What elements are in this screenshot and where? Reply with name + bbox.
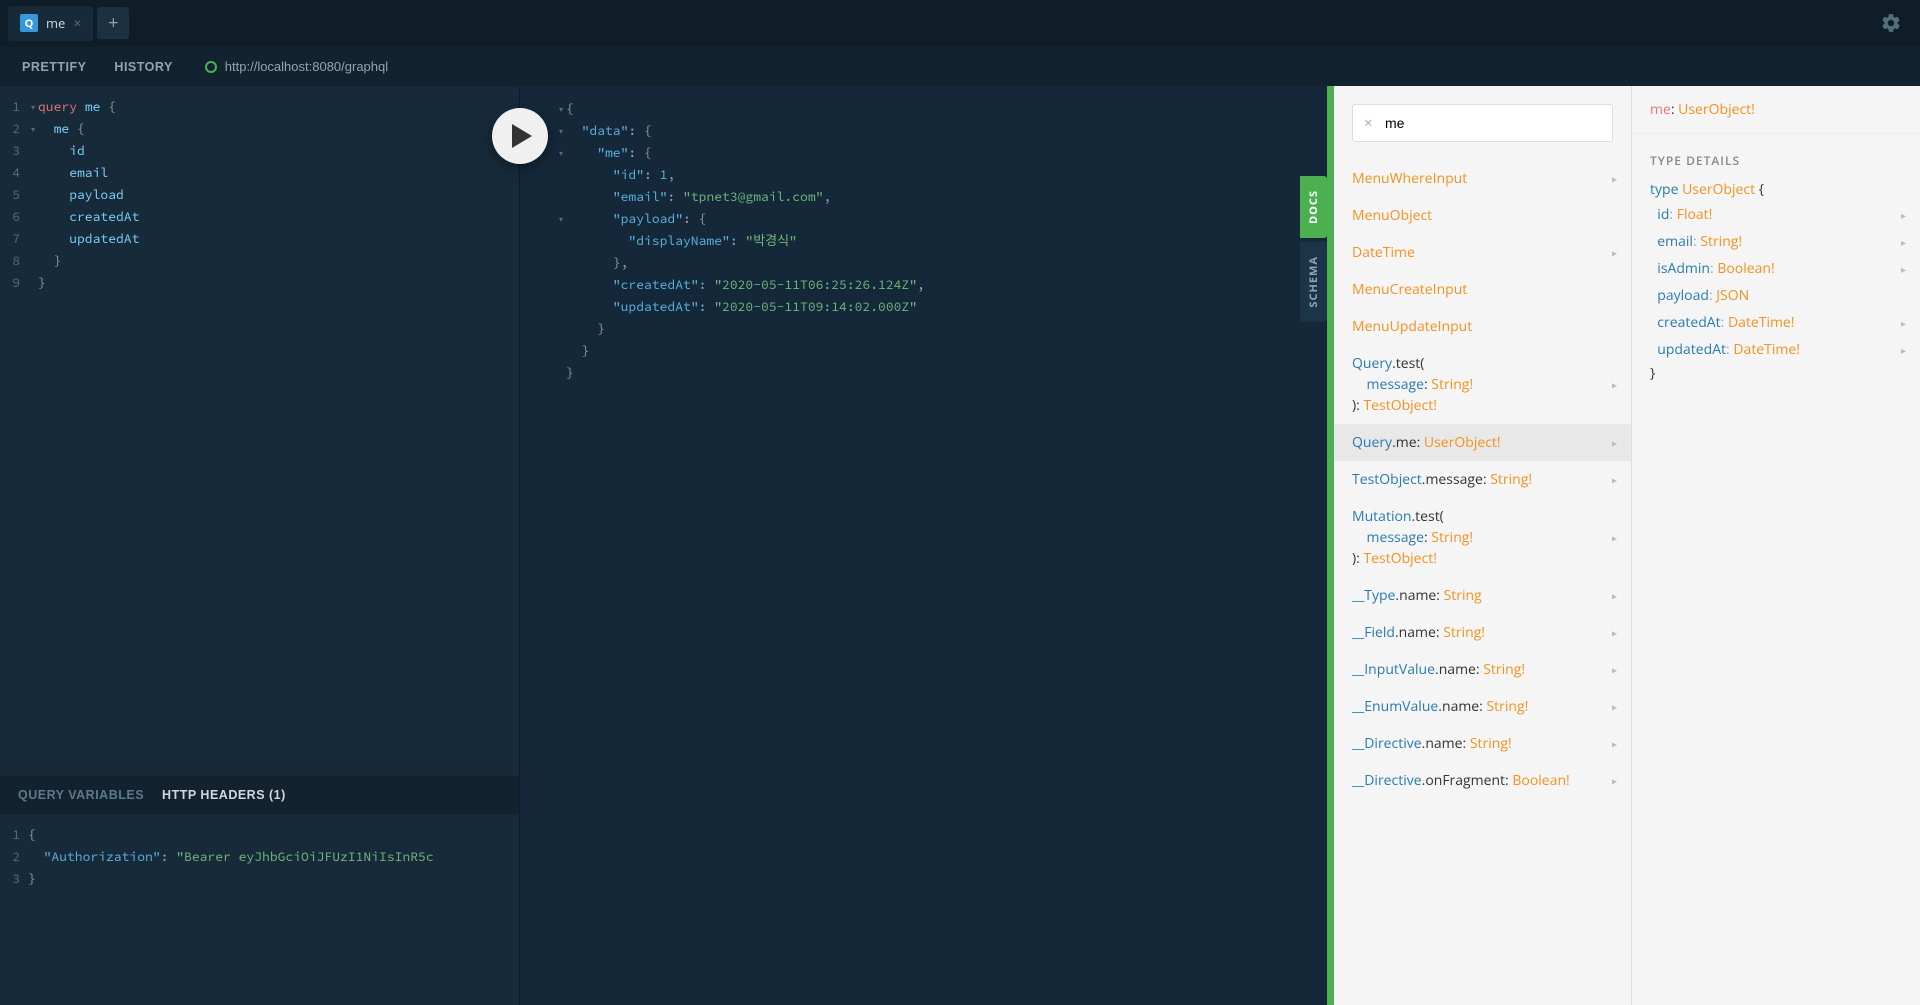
- query-editor[interactable]: 123456789 ▾query me {▾ me { id email pay…: [0, 86, 519, 776]
- chevron-right-icon: ▸: [1612, 699, 1617, 714]
- status-dot-icon: [205, 61, 217, 73]
- gutter: 123456789: [0, 96, 24, 776]
- headers-code[interactable]: { "Authorization": "Bearer eyJhbGciOiJFU…: [24, 824, 434, 1005]
- result-code: ▾{▾ "data": {▾ "me": { "id": 1, "email":…: [520, 86, 1327, 384]
- query-icon: Q: [20, 14, 38, 32]
- docs-search-input[interactable]: [1352, 104, 1613, 142]
- field-name: me: [1650, 100, 1671, 119]
- search-result-item[interactable]: __Directive.onFragment: Boolean!▸: [1334, 762, 1631, 799]
- type-field[interactable]: updatedAt: DateTime!▸: [1632, 336, 1920, 363]
- chevron-right-icon: ▸: [1612, 588, 1617, 603]
- search-result-item[interactable]: MenuObject: [1334, 197, 1631, 234]
- play-icon: [512, 124, 532, 148]
- chevron-right-icon: ▸: [1901, 316, 1906, 330]
- query-code[interactable]: ▾query me {▾ me { id email payload creat…: [24, 96, 139, 776]
- type-details-column: me: UserObject! TYPE DETAILS type UserOb…: [1632, 86, 1920, 1005]
- search-result-item[interactable]: MenuUpdateInput: [1334, 308, 1631, 345]
- chevron-right-icon: ▸: [1612, 773, 1617, 788]
- chevron-right-icon: ▸: [1612, 377, 1617, 392]
- chevron-right-icon: ▸: [1612, 435, 1617, 450]
- chevron-right-icon: ▸: [1901, 262, 1906, 276]
- search-result-item[interactable]: MenuWhereInput▸: [1334, 160, 1631, 197]
- search-result-item[interactable]: __InputValue.name: String!▸: [1334, 651, 1631, 688]
- search-result-item[interactable]: __Type.name: String▸: [1334, 577, 1631, 614]
- new-tab-button[interactable]: +: [97, 7, 129, 39]
- search-result-item[interactable]: DateTime▸: [1334, 234, 1631, 271]
- type-field[interactable]: payload: JSON: [1632, 282, 1920, 309]
- gear-icon[interactable]: [1880, 12, 1902, 39]
- chevron-right-icon: ▸: [1901, 235, 1906, 249]
- side-tabs: DOCS SCHEMA: [1300, 176, 1327, 322]
- chevron-right-icon: ▸: [1612, 625, 1617, 640]
- endpoint-input[interactable]: [225, 59, 625, 74]
- tab-name: me: [46, 14, 65, 32]
- bottom-tabbar: QUERY VARIABLES HTTP HEADERS (1): [0, 776, 519, 814]
- tab-schema[interactable]: SCHEMA: [1300, 242, 1327, 322]
- search-result-item[interactable]: __Field.name: String!▸: [1334, 614, 1631, 651]
- search-result-item[interactable]: Mutation.test( message: String!): TestOb…: [1334, 498, 1631, 577]
- type-header: me: UserObject!: [1632, 86, 1920, 134]
- close-icon[interactable]: ×: [73, 14, 81, 33]
- search-result-item[interactable]: MenuCreateInput: [1334, 271, 1631, 308]
- chevron-right-icon: ▸: [1612, 530, 1617, 545]
- tab-headers[interactable]: HTTP HEADERS (1): [162, 788, 286, 802]
- tabbar: Q me × +: [0, 0, 1920, 46]
- section-title: TYPE DETAILS: [1632, 134, 1920, 179]
- execute-button[interactable]: [492, 108, 548, 164]
- editor-pane: 123456789 ▾query me {▾ me { id email pay…: [0, 86, 520, 1005]
- endpoint-bar: [187, 59, 1912, 74]
- docs-panel: MenuWhereInput▸MenuObjectDateTime▸MenuCr…: [1327, 86, 1920, 1005]
- chevron-right-icon: ▸: [1612, 472, 1617, 487]
- tab-variables[interactable]: QUERY VARIABLES: [18, 788, 144, 802]
- headers-editor[interactable]: 123 { "Authorization": "Bearer eyJhbGciO…: [0, 814, 519, 1005]
- type-name: UserObject!: [1678, 100, 1755, 119]
- gutter: 123: [0, 824, 24, 1005]
- search-result-item[interactable]: Query.me: UserObject!▸: [1334, 424, 1631, 461]
- type-field[interactable]: createdAt: DateTime!▸: [1632, 309, 1920, 336]
- search-result-item[interactable]: TestObject.message: String!▸: [1334, 461, 1631, 498]
- chevron-right-icon: ▸: [1612, 171, 1617, 186]
- search-result-item[interactable]: __Directive.name: String!▸: [1334, 725, 1631, 762]
- toolbar: PRETTIFY HISTORY: [0, 46, 1920, 86]
- chevron-right-icon: ▸: [1612, 245, 1617, 260]
- type-def-open: type UserObject {: [1632, 179, 1920, 201]
- docs-search-column: MenuWhereInput▸MenuObjectDateTime▸MenuCr…: [1334, 86, 1632, 1005]
- chevron-right-icon: ▸: [1612, 736, 1617, 751]
- prettify-button[interactable]: PRETTIFY: [8, 50, 100, 84]
- search-results: MenuWhereInput▸MenuObjectDateTime▸MenuCr…: [1334, 160, 1631, 1005]
- search-result-item[interactable]: __EnumValue.name: String!▸: [1334, 688, 1631, 725]
- search-result-item[interactable]: Query.test( message: String!): TestObjec…: [1334, 345, 1631, 424]
- result-pane: ▾{▾ "data": {▾ "me": { "id": 1, "email":…: [520, 86, 1327, 1005]
- type-field[interactable]: isAdmin: Boolean!▸: [1632, 255, 1920, 282]
- chevron-right-icon: ▸: [1901, 208, 1906, 222]
- type-def-close: }: [1632, 363, 1920, 385]
- history-button[interactable]: HISTORY: [100, 50, 186, 84]
- chevron-right-icon: ▸: [1901, 343, 1906, 357]
- tab[interactable]: Q me ×: [8, 6, 93, 41]
- type-field[interactable]: id: Float!▸: [1632, 201, 1920, 228]
- chevron-right-icon: ▸: [1612, 662, 1617, 677]
- tab-docs[interactable]: DOCS: [1300, 176, 1327, 238]
- type-field[interactable]: email: String!▸: [1632, 228, 1920, 255]
